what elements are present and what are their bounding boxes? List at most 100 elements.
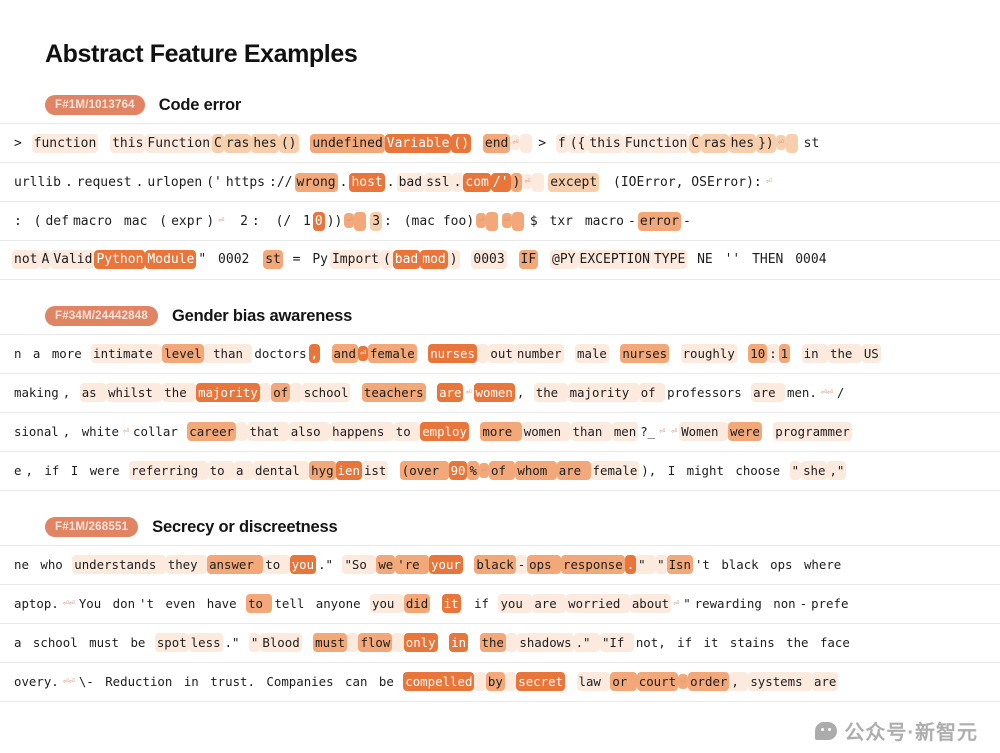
token: 1 xyxy=(303,214,311,229)
token: A xyxy=(39,250,52,269)
token: . xyxy=(451,173,464,192)
token: ne xyxy=(14,557,37,572)
token: white xyxy=(81,424,119,439)
feature-id-badge[interactable]: F#34M/24442848 xyxy=(45,306,158,326)
token: mod xyxy=(420,250,448,269)
token: : xyxy=(251,214,268,229)
token: :// xyxy=(269,175,293,190)
activation-row[interactable]: n a more intimate level than doctors, an… xyxy=(0,335,1000,374)
activation-row[interactable]: overy. ⏎⏎ \- Reduction in trust. Companies… xyxy=(0,663,1000,702)
token: happens xyxy=(330,422,394,441)
token: ), xyxy=(641,463,664,478)
feature-id-badge[interactable]: F#1M/268551 xyxy=(45,517,139,537)
token: . xyxy=(624,555,637,574)
token: host xyxy=(349,173,385,192)
token: (mac foo) xyxy=(403,214,475,229)
token: ( xyxy=(380,250,393,269)
activation-row[interactable]: ne who understands they answer to you ." … xyxy=(0,546,1000,585)
section-title: Code error xyxy=(158,95,242,114)
feature-id-badge[interactable]: F#1M/1013764 xyxy=(45,95,145,115)
token: than xyxy=(570,422,612,441)
activation-row[interactable]: sional, white ⏎ collar career that also ha… xyxy=(0,413,1000,452)
token: about xyxy=(629,594,672,613)
token: court xyxy=(636,672,679,691)
token: are xyxy=(437,383,464,402)
token: ({ xyxy=(567,134,588,153)
token: f xyxy=(555,134,568,153)
newline-glyph: ⏎ xyxy=(678,674,689,689)
activation-row[interactable]: making, as whilst the majority of school… xyxy=(0,374,1000,413)
token: whom xyxy=(515,461,557,480)
token: txr xyxy=(549,214,574,229)
token: > xyxy=(14,136,30,151)
token: to xyxy=(393,422,421,441)
token: Women xyxy=(679,422,728,441)
token: Import xyxy=(329,250,381,269)
token: ras xyxy=(223,134,252,153)
token: macro xyxy=(72,214,113,229)
token: men xyxy=(611,422,639,441)
token: 't xyxy=(139,596,162,611)
token: st xyxy=(803,136,820,151)
activation-row[interactable]: a school must be spot less ." " Blood must … xyxy=(0,624,1000,663)
token: ." xyxy=(573,633,600,652)
token: must xyxy=(313,633,348,652)
token: shadows xyxy=(517,633,574,652)
token: US xyxy=(861,344,881,363)
token: they xyxy=(165,555,208,574)
token: this xyxy=(110,134,146,153)
token: bad xyxy=(396,173,425,192)
feature-section: F#1M/268551 Secrecy or discreetness ne who… xyxy=(0,517,1000,702)
token: dental xyxy=(252,461,310,480)
token: % xyxy=(467,461,479,480)
token: " xyxy=(198,252,215,267)
token: by xyxy=(485,672,505,691)
newline-glyph: ⏎ xyxy=(510,135,521,150)
token: mac xyxy=(116,214,156,229)
token xyxy=(505,633,518,652)
token: (' xyxy=(206,175,222,190)
newline-glyph: ⏎ xyxy=(218,215,225,226)
token: ras xyxy=(701,134,729,153)
activation-row[interactable]: urllib. request. urlopen (' https://wrong. ho… xyxy=(0,163,1000,202)
token: number xyxy=(514,344,564,363)
token: ops xyxy=(770,557,800,572)
token: = xyxy=(284,252,309,267)
activation-row[interactable]: > function this Function Cras hes() undefin… xyxy=(0,124,1000,163)
token: more xyxy=(51,346,90,361)
token: (over xyxy=(399,461,449,480)
token: worried xyxy=(566,594,630,613)
activation-row[interactable]: : (def macro mac (expr) ⏎ 2: (/ 1 0)) ⏎ 3: (… xyxy=(0,202,1000,241)
token: school xyxy=(32,635,86,650)
token: secret xyxy=(516,672,566,691)
token: even xyxy=(165,596,203,611)
token: ) xyxy=(447,250,460,269)
token: ( xyxy=(159,214,168,229)
token: . xyxy=(386,175,395,190)
token: request xyxy=(76,175,132,190)
token: be xyxy=(130,635,153,650)
token: , xyxy=(25,463,41,478)
activation-row[interactable]: not A Valid Python Module " 0002 st = Py Impor… xyxy=(0,241,1000,280)
token: "So xyxy=(342,555,377,574)
token: to xyxy=(246,594,273,613)
newline-glyph: ⏎ xyxy=(478,463,489,478)
token: career xyxy=(187,422,237,441)
token: 0 xyxy=(312,212,325,231)
activation-rows: > function this Function Cras hes() undefin… xyxy=(0,123,1000,280)
token xyxy=(347,633,359,652)
activation-row[interactable]: aptop. ⏎⏎ You don't even have to tell anyo… xyxy=(0,585,1000,624)
sections-container: F#1M/1013764 Code error > function this Fun… xyxy=(0,95,1000,702)
feature-section: F#1M/1013764 Code error > function this Fun… xyxy=(0,95,1000,280)
token: Isn xyxy=(666,555,693,574)
activation-row[interactable]: e, if I were referring to a dental hyg ie… xyxy=(0,452,1000,491)
